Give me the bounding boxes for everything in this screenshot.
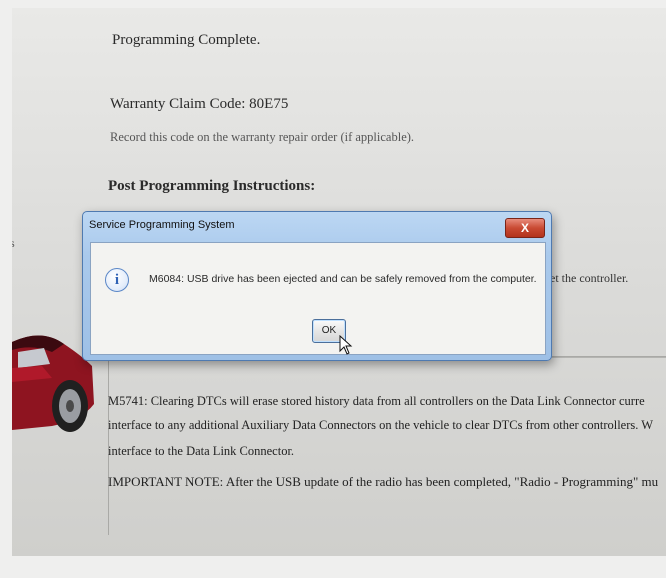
warranty-record-note: Record this code on the warranty repair … <box>110 130 415 144</box>
dtc-warning-line-3: interface to the Data Link Connector. <box>108 444 295 458</box>
dtc-warning-line-1: M5741: Clearing DTCs will erase stored h… <box>108 394 645 408</box>
dialog-title: Service Programming System <box>89 219 235 231</box>
service-programming-dialog: Service Programming System X i M6084: US… <box>82 211 552 361</box>
monitor-bezel-top <box>0 0 666 8</box>
info-icon: i <box>105 268 129 292</box>
left-edge-fragment: s <box>12 236 15 250</box>
programming-complete-heading: Programming Complete. <box>112 32 261 48</box>
dtc-warning-line-2: interface to any additional Auxiliary Da… <box>108 418 654 432</box>
close-button[interactable]: X <box>505 218 545 238</box>
close-icon: X <box>520 221 529 235</box>
dialog-message: M6084: USB drive has been ejected and ca… <box>149 273 537 285</box>
post-programming-heading: Post Programming Instructions: <box>108 178 316 194</box>
monitor-bezel-left <box>0 0 12 578</box>
dialog-body: i M6084: USB drive has been ejected and … <box>90 242 546 355</box>
monitor-bezel-bottom <box>0 556 666 578</box>
app-screen: Programming Complete. Warranty Claim Cod… <box>12 8 666 556</box>
instruction-fragment: et the controller. <box>550 271 629 285</box>
warranty-claim-code: Warranty Claim Code: 80E75 <box>110 96 289 112</box>
mouse-pointer-icon <box>339 335 353 355</box>
important-note: IMPORTANT NOTE: After the USB update of … <box>108 474 659 489</box>
